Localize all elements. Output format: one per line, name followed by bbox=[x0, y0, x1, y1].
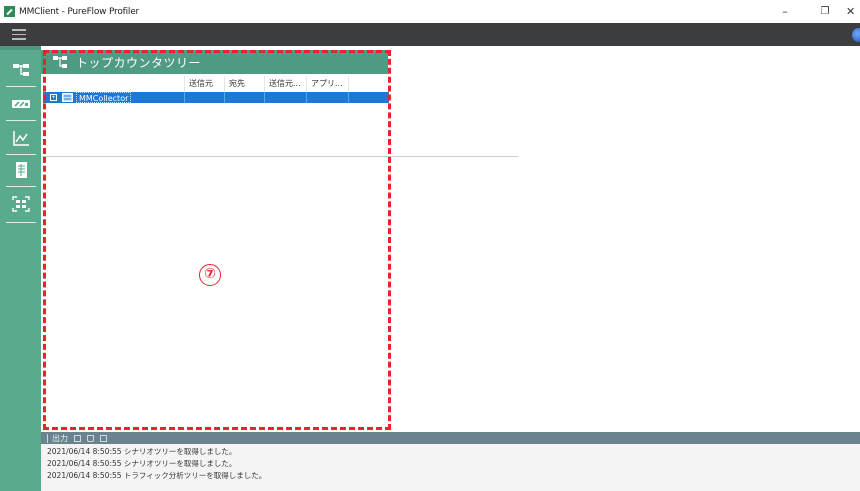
annotation-marker: ⑦ bbox=[199, 264, 221, 286]
output-toolbar: 出力 bbox=[41, 432, 860, 444]
column-header-destination[interactable]: 宛先 bbox=[224, 76, 264, 91]
hamburger-menu-icon[interactable] bbox=[12, 29, 26, 40]
nav-divider bbox=[6, 222, 36, 223]
nav-item-topology[interactable] bbox=[6, 56, 36, 84]
tree-row-label: MMCollector bbox=[76, 92, 132, 103]
nav-item-traffic[interactable] bbox=[6, 89, 36, 117]
document-grid-icon bbox=[16, 162, 27, 178]
panel-title: トップカウンタツリー bbox=[76, 55, 202, 70]
line-chart-icon bbox=[13, 131, 29, 146]
menu-bar bbox=[0, 23, 860, 46]
nav-divider bbox=[6, 154, 36, 155]
window-title: MMClient - PureFlow Profiler bbox=[19, 6, 140, 17]
capture-frame-icon bbox=[12, 196, 30, 212]
toolbar-grip[interactable] bbox=[47, 433, 49, 443]
annotation-frame bbox=[43, 50, 391, 430]
row-cell-divider bbox=[306, 92, 307, 103]
nav-item-graph[interactable] bbox=[6, 124, 36, 152]
row-cell-divider bbox=[224, 92, 225, 103]
trash-icon[interactable] bbox=[100, 434, 107, 442]
row-cell-divider bbox=[184, 92, 185, 103]
pane-splitter[interactable] bbox=[43, 156, 518, 157]
column-header-filler bbox=[348, 76, 389, 91]
tree-row[interactable]: + MMCollector bbox=[43, 92, 389, 103]
column-header-source-2[interactable]: 送信元... bbox=[264, 76, 306, 91]
log-line: 2021/06/14 8:50:55 シナリオツリーを取得しました。 bbox=[47, 459, 237, 468]
output-title: 出力 bbox=[52, 433, 68, 443]
nav-divider bbox=[6, 120, 36, 121]
app-logo-icon bbox=[4, 6, 15, 17]
download-icon[interactable] bbox=[87, 434, 94, 442]
nav-rail bbox=[0, 46, 41, 491]
close-button[interactable]: ✕ bbox=[846, 0, 860, 23]
panel-header: トップカウンタツリー bbox=[41, 50, 388, 74]
globe-icon[interactable] bbox=[852, 28, 860, 42]
speedometer-icon bbox=[12, 100, 30, 108]
log-line: 2021/06/14 8:50:55 トラフィック分析ツリーを取得しました。 bbox=[47, 471, 267, 480]
maximize-button[interactable]: ❐ bbox=[810, 0, 840, 23]
tree-network-icon bbox=[13, 64, 29, 76]
server-icon bbox=[62, 93, 73, 102]
tree-network-icon bbox=[53, 56, 67, 68]
grid-header: 送信元 宛先 送信元... アプリ... bbox=[43, 76, 389, 91]
nav-item-report[interactable] bbox=[6, 156, 36, 184]
row-cell-divider bbox=[264, 92, 265, 103]
column-header-application[interactable]: アプリ... bbox=[306, 76, 348, 91]
nav-divider bbox=[6, 186, 36, 187]
minimize-button[interactable]: – bbox=[770, 0, 800, 23]
column-header-source[interactable]: 送信元 bbox=[184, 76, 224, 91]
panel-header-blank bbox=[388, 50, 860, 74]
row-cell-divider bbox=[348, 92, 349, 103]
log-line: 2021/06/14 8:50:55 シナリオツリーを取得しました。 bbox=[47, 447, 237, 456]
title-bar: MMClient - PureFlow Profiler – ❐ ✕ bbox=[0, 0, 860, 23]
expand-toggle[interactable]: + bbox=[50, 94, 57, 101]
nav-rail-top-strip bbox=[0, 46, 41, 50]
nav-item-capture[interactable] bbox=[6, 190, 36, 218]
output-log: 2021/06/14 8:50:55 シナリオツリーを取得しました。 2021/… bbox=[41, 444, 860, 491]
nav-divider bbox=[6, 86, 36, 87]
copy-icon[interactable] bbox=[74, 434, 81, 442]
column-header-name[interactable] bbox=[43, 76, 184, 91]
